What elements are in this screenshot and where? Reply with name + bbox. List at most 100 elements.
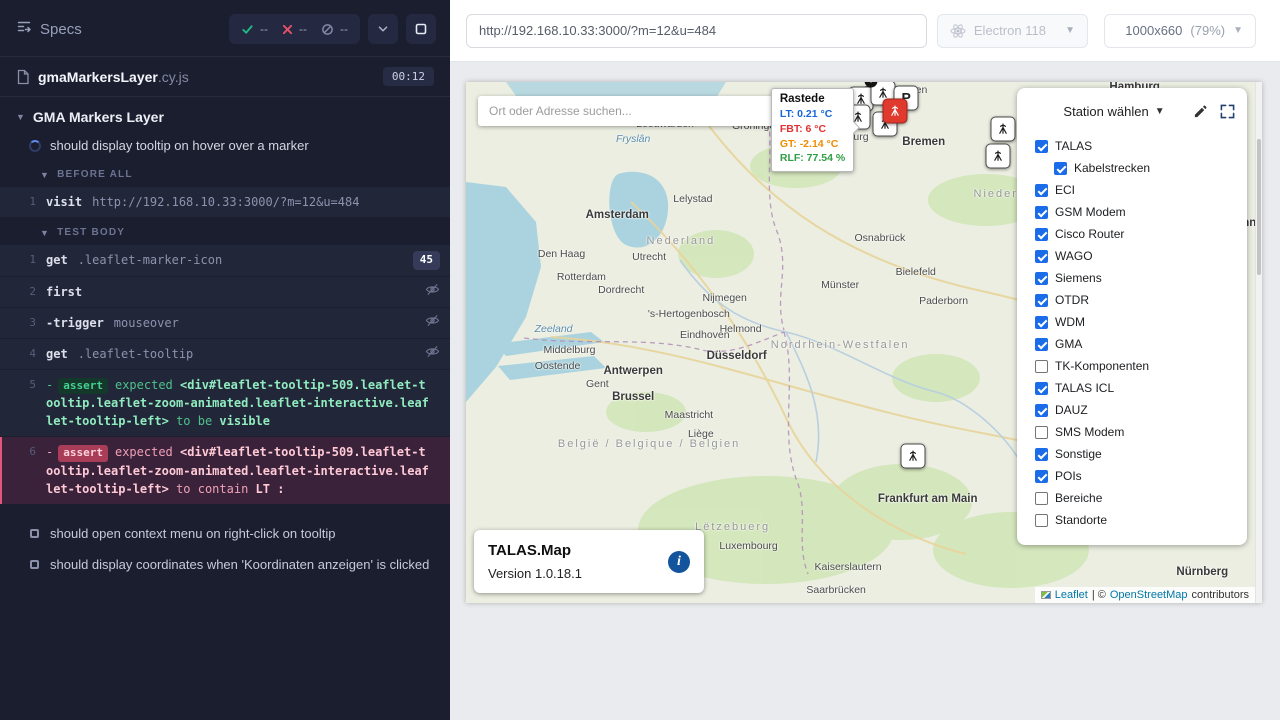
station-checkbox[interactable] xyxy=(1054,162,1067,175)
pending-test-row[interactable]: should display coordinates when 'Koordin… xyxy=(0,549,450,580)
stat-passed: -- xyxy=(241,22,268,36)
command-trigger[interactable]: 3 -trigger mouseover xyxy=(0,308,450,338)
station-item[interactable]: OTDR xyxy=(1035,289,1239,311)
map-label: Bielefeld xyxy=(896,266,936,278)
command-name: first xyxy=(46,283,82,301)
station-checkbox[interactable] xyxy=(1035,206,1048,219)
station-item[interactable]: Standorte xyxy=(1035,509,1239,531)
station-item[interactable]: Bereiche xyxy=(1035,487,1239,509)
station-checkbox[interactable] xyxy=(1035,470,1048,483)
station-checkbox[interactable] xyxy=(1035,404,1048,417)
station-checkbox[interactable] xyxy=(1035,382,1048,395)
station-item[interactable]: DAUZ xyxy=(1035,399,1239,421)
viewport-selector[interactable]: 1000x660 (79%) ▼ xyxy=(1104,14,1256,48)
assert-message: -assertexpected <div#leaflet-tooltip-509… xyxy=(46,376,440,431)
station-label: TK-Komponenten xyxy=(1055,359,1149,373)
station-checkbox[interactable] xyxy=(1035,294,1048,307)
command-first[interactable]: 2 first xyxy=(0,277,450,307)
station-item[interactable]: SMS Modem xyxy=(1035,421,1239,443)
station-checkbox[interactable] xyxy=(1035,184,1048,197)
command-visit[interactable]: 1 visit http://192.168.10.33:3000/?m=12&… xyxy=(0,187,450,217)
command-name: -trigger xyxy=(46,314,104,332)
before-all-section[interactable]: ▼ BEFORE ALL xyxy=(0,160,450,185)
station-checkbox[interactable] xyxy=(1035,250,1048,263)
map-label: 's-Hertogenbosch xyxy=(648,308,730,320)
info-icon[interactable]: i xyxy=(668,551,690,573)
assert-passed-row[interactable]: 5 -assertexpected <div#leaflet-tooltip-5… xyxy=(0,370,450,437)
map-label: Nürnberg xyxy=(1176,566,1228,578)
station-checkbox[interactable] xyxy=(1035,492,1048,505)
map-label: Frankfurt am Main xyxy=(878,493,978,505)
map-label: Dordrecht xyxy=(598,284,644,296)
map-label: Nordrhein-Westfalen xyxy=(771,339,910,351)
station-item[interactable]: Sonstige xyxy=(1035,443,1239,465)
map-label: Luxembourg xyxy=(719,540,777,552)
map-label: Nijmegen xyxy=(703,292,747,304)
map-search-input[interactable] xyxy=(478,96,793,126)
spec-file-row[interactable]: gmaMarkersLayer.cy.js 00:12 xyxy=(0,56,450,97)
station-marker[interactable] xyxy=(901,443,926,468)
assert-badge: assert xyxy=(58,378,108,395)
station-item[interactable]: WAGO xyxy=(1035,245,1239,267)
station-item[interactable]: TALAS ICL xyxy=(1035,377,1239,399)
pencil-icon xyxy=(1193,104,1208,119)
collapse-button[interactable] xyxy=(368,14,398,44)
station-item[interactable]: Cisco Router xyxy=(1035,223,1239,245)
specs-toggle[interactable]: Specs xyxy=(16,19,82,40)
stop-button[interactable] xyxy=(406,14,436,44)
eye-slash-icon xyxy=(425,314,440,327)
command-get-tooltip[interactable]: 4 get .leaflet-tooltip xyxy=(0,339,450,369)
station-checkbox[interactable] xyxy=(1035,338,1048,351)
attribution-tail: contributors xyxy=(1192,589,1249,601)
assert-failed-row[interactable]: 6 -assertexpected <div#leaflet-tooltip-5… xyxy=(0,437,450,504)
station-checkbox[interactable] xyxy=(1035,448,1048,461)
station-checkbox[interactable] xyxy=(1035,140,1048,153)
command-get-markers[interactable]: 1 get .leaflet-marker-icon 45 xyxy=(0,245,450,276)
station-checkbox[interactable] xyxy=(1035,426,1048,439)
station-item[interactable]: TALAS xyxy=(1035,135,1239,157)
map-label: Gent xyxy=(586,378,609,390)
pending-test-row[interactable]: should open context menu on right-click … xyxy=(0,518,450,549)
leaflet-link[interactable]: Leaflet xyxy=(1055,589,1088,601)
station-item[interactable]: Siemens xyxy=(1035,267,1239,289)
tooltip-title: Rastede xyxy=(780,93,845,105)
station-item[interactable]: WDM xyxy=(1035,311,1239,333)
edit-button[interactable] xyxy=(1193,104,1208,119)
station-item[interactable]: ECI xyxy=(1035,179,1239,201)
station-select[interactable]: Station wählen ▼ xyxy=(1063,104,1164,119)
station-marker[interactable] xyxy=(985,143,1010,168)
leaflet-map[interactable]: BremerhavenHamburgLeeuwardenGroningenFry… xyxy=(466,82,1262,603)
chevron-down-icon: ▼ xyxy=(40,170,50,180)
specs-label: Specs xyxy=(40,21,82,38)
station-item[interactable]: POIs xyxy=(1035,465,1239,487)
station-checkbox[interactable] xyxy=(1035,360,1048,373)
station-marker[interactable] xyxy=(991,116,1016,141)
url-input[interactable] xyxy=(466,14,927,48)
command-number: 1 xyxy=(0,193,46,211)
station-checkbox[interactable] xyxy=(1035,316,1048,329)
map-label: Den Haag xyxy=(538,248,585,260)
command-number: 6 xyxy=(2,443,46,461)
map-label: Middelburg xyxy=(543,344,595,356)
station-item[interactable]: TK-Komponenten xyxy=(1035,355,1239,377)
station-item[interactable]: GMA xyxy=(1035,333,1239,355)
osm-link[interactable]: OpenStreetMap xyxy=(1110,589,1188,601)
station-checkbox[interactable] xyxy=(1035,272,1048,285)
suite-row[interactable]: ▼ GMA Markers Layer xyxy=(0,97,450,131)
station-checkbox[interactable] xyxy=(1035,514,1048,527)
command-number: 2 xyxy=(0,283,46,301)
active-station-marker[interactable] xyxy=(883,99,908,124)
map-label: Oostende xyxy=(535,360,581,372)
scrollbar-thumb[interactable] xyxy=(1257,139,1261,274)
panel-scrollbar[interactable] xyxy=(1255,82,1262,603)
marker-tooltip[interactable]: Rastede LT: 0.21 °CFBT: 6 °CGT: -2.14 °C… xyxy=(771,88,854,172)
station-checkbox[interactable] xyxy=(1035,228,1048,241)
station-label: ECI xyxy=(1055,183,1075,197)
browser-selector[interactable]: Electron 118 ▼ xyxy=(937,14,1088,48)
fullscreen-button[interactable] xyxy=(1220,104,1235,119)
active-test-row[interactable]: should display tooltip on hover over a m… xyxy=(0,131,450,160)
station-item[interactable]: GSM Modem xyxy=(1035,201,1239,223)
test-body-section[interactable]: ▼ TEST BODY xyxy=(0,218,450,243)
station-item[interactable]: Kabelstrecken xyxy=(1035,157,1239,179)
station-select-label: Station wählen xyxy=(1063,104,1148,119)
